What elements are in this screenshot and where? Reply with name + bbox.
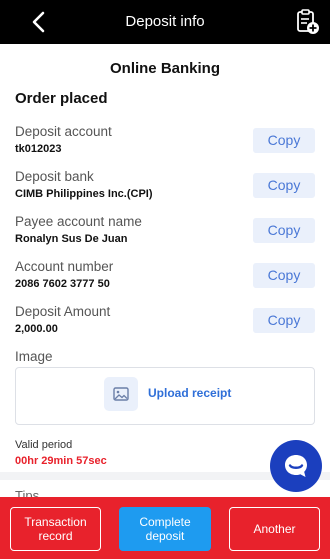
upload-receipt-area[interactable]: Upload receipt: [15, 367, 315, 425]
valid-period-label: Valid period: [15, 439, 73, 451]
image-upload-icon[interactable]: [104, 377, 138, 411]
copy-deposit-bank-button[interactable]: Copy: [253, 173, 315, 198]
chat-bubble-icon: [285, 455, 307, 477]
payee-name-row: Payee account name Ronalyn Sus De Juan C…: [15, 214, 315, 254]
copy-deposit-account-button[interactable]: Copy: [253, 128, 315, 153]
live-chat-button[interactable]: [270, 440, 322, 492]
deposit-amount-row: Deposit Amount 2,000.00 Copy: [15, 304, 315, 344]
image-section-label: Image: [15, 349, 53, 364]
copy-deposit-amount-button[interactable]: Copy: [253, 308, 315, 333]
another-deposit-button[interactable]: Another: [229, 507, 320, 551]
top-bar: Deposit info: [0, 0, 330, 44]
page-title: Deposit info: [125, 13, 205, 30]
transaction-record-button[interactable]: Transaction record: [10, 507, 101, 551]
complete-deposit-button[interactable]: Complete deposit: [119, 507, 211, 551]
copy-account-number-button[interactable]: Copy: [253, 263, 315, 288]
payment-method-title: Online Banking: [109, 60, 220, 77]
deposit-account-row: Deposit account tk012023 Copy: [15, 124, 315, 164]
copy-payee-name-button[interactable]: Copy: [253, 218, 315, 243]
order-status: Order placed: [15, 90, 108, 107]
deposit-bank-row: Deposit bank CIMB Philippines Inc.(CPI) …: [15, 169, 315, 209]
action-footer: Transaction record Complete deposit Anot…: [0, 497, 330, 559]
records-icon[interactable]: [296, 9, 320, 35]
countdown-timer: 00hr 29min 57sec: [15, 455, 107, 467]
account-number-row: Account number 2086 7602 3777 50 Copy: [15, 259, 315, 299]
upload-receipt-link[interactable]: Upload receipt: [148, 386, 231, 400]
